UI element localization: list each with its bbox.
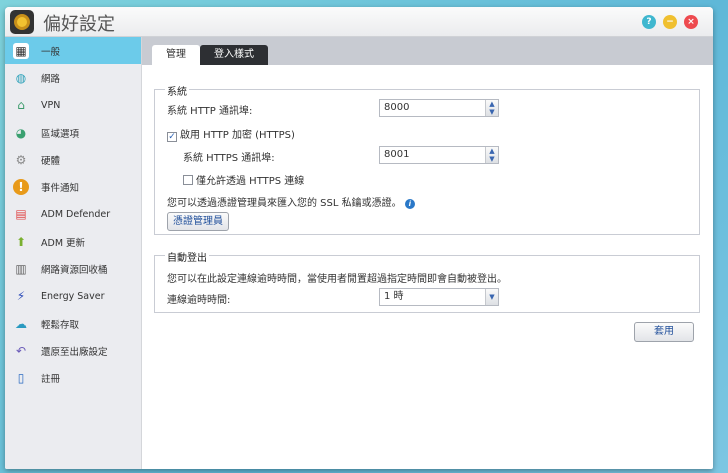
http-port-value: 8000 (384, 102, 410, 113)
restore-icon: ↶ (15, 343, 27, 358)
stepper-arrows-icon[interactable]: ▲ ▼ (485, 147, 498, 163)
sidebar: ▦ 一般 ◍ 網路 ⌂ VPN ◕ 區域選項 ⚙ 硬體! 事件通知 ▤ ADM Defender ⬆ ADM… (5, 37, 142, 469)
tab-bar: 管理 登入樣式 (142, 37, 713, 65)
chevron-down-icon[interactable]: ▼ (485, 289, 498, 305)
sidebar-item-label: 硬體 (41, 155, 61, 167)
timeout-select[interactable]: 1 時 ▼ (379, 288, 499, 306)
sidebar-item-7[interactable]: ⬆ ADM 更新 (5, 228, 141, 255)
nas-icon: ▦ (13, 42, 29, 59)
sidebar-item-label: 事件通知 (41, 183, 80, 195)
ssl-description: 您可以透過憑證管理員來匯入您的 SSL 私鑰或憑證。 (167, 198, 402, 209)
sidebar-item-1[interactable]: ◍ 網路 (5, 64, 141, 91)
sidebar-item-label: ADM 更新 (41, 237, 86, 249)
region-icon: ◕ (15, 125, 27, 140)
globe-icon: ◍ (15, 70, 27, 85)
app-logo-icon (10, 10, 34, 34)
sidebar-item-label: VPN (41, 99, 61, 111)
checkbox-checked-icon[interactable]: ✓ (167, 132, 177, 142)
auto-logout-fieldset: 自動登出 您可以在此設定連線逾時時間，當使用者閒置超過指定時間即會自動被登出。 … (154, 249, 700, 313)
sidebar-item-label: 輕鬆存取 (41, 319, 80, 331)
sidebar-item-label: 還原至出廠設定 (41, 346, 108, 358)
http-port-label: 系統 HTTP 通訊埠: (167, 106, 253, 117)
sidebar-item-label: ADM Defender (41, 208, 111, 220)
checkbox-unchecked-icon[interactable] (183, 175, 193, 185)
sidebar-item-3[interactable]: ◕ 區域選項 (5, 119, 141, 146)
alert-icon: ! (13, 179, 29, 196)
title-bar: 偏好設定 ? − × (5, 7, 713, 37)
window-title: 偏好設定 (43, 14, 115, 35)
system-legend: 系統 (165, 83, 189, 98)
sidebar-item-10[interactable]: ☁ 輕鬆存取 (5, 310, 141, 337)
trash-icon: ▥ (15, 262, 27, 277)
timeout-label: 連線逾時時間: (167, 295, 231, 306)
enable-https-label: 啟用 HTTP 加密 (HTTPS) (180, 130, 295, 141)
https-port-value: 8001 (384, 149, 410, 160)
auto-logout-legend: 自動登出 (165, 249, 209, 264)
https-port-label: 系統 HTTPS 通訊埠: (183, 153, 275, 164)
sidebar-item-label: 網路資源回收桶 (41, 265, 108, 277)
http-port-stepper[interactable]: 8000 ▲ ▼ (379, 99, 499, 117)
sidebar-item-11[interactable]: ↶ 還原至出廠設定 (5, 337, 141, 364)
https-only-label: 僅允許透過 HTTPS 連線 (196, 176, 305, 187)
https-only-checkbox[interactable]: 僅允許透過 HTTPS 連線 (183, 172, 304, 187)
tab-login-style[interactable]: 登入樣式 (200, 45, 268, 65)
certificate-manager-button[interactable]: 憑證管理員 (167, 212, 229, 231)
sidebar-item-label: Energy Saver (41, 290, 105, 302)
https-port-stepper[interactable]: 8001 ▲ ▼ (379, 146, 499, 164)
main-panel: 管理 登入樣式 系統 系統 HTTP 通訊埠: 8000 ▲ ▼ ✓ 啟用 HTTP … (142, 37, 713, 469)
stepper-arrows-icon[interactable]: ▲ ▼ (485, 100, 498, 116)
hardware-icon: ⚙ (15, 152, 27, 167)
sidebar-item-label: 網路 (41, 73, 61, 85)
sidebar-item-9[interactable]: ⚡ Energy Saver (5, 283, 141, 310)
ssl-text: 您可以透過憑證管理員來匯入您的 SSL 私鑰或憑證。 i (167, 194, 415, 209)
timeout-value: 1 時 (384, 291, 404, 302)
sidebar-item-label: 區域選項 (41, 128, 80, 140)
enable-https-checkbox[interactable]: ✓ 啟用 HTTP 加密 (HTTPS) (167, 126, 295, 142)
sidebar-item-2[interactable]: ⌂ VPN (5, 92, 141, 119)
system-fieldset: 系統 系統 HTTP 通訊埠: 8000 ▲ ▼ ✓ 啟用 HTTP 加密 (HTTP… (154, 83, 700, 235)
help-icon[interactable]: ? (642, 15, 656, 29)
energy-icon: ⚡ (16, 289, 26, 304)
sidebar-item-8[interactable]: ▥ 網路資源回收桶 (5, 255, 141, 282)
close-icon[interactable]: × (684, 15, 698, 29)
minimize-icon[interactable]: − (663, 15, 677, 29)
sidebar-item-label: 註冊 (41, 374, 61, 386)
sidebar-item-0[interactable]: ▦ 一般 (5, 37, 141, 65)
sidebar-item-label: 一般 (41, 46, 61, 58)
info-icon[interactable]: i (404, 199, 415, 209)
register-icon: ▯ (17, 371, 25, 386)
sidebar-item-6[interactable]: ▤ ADM Defender (5, 201, 141, 228)
house-network-icon: ⌂ (17, 98, 25, 113)
sidebar-item-12[interactable]: ▯ 註冊 (5, 365, 141, 392)
auto-logout-description: 您可以在此設定連線逾時時間，當使用者閒置超過指定時間即會自動被登出。 (167, 274, 507, 285)
apply-button[interactable]: 套用 (634, 322, 694, 342)
cloud-icon: ☁ (15, 316, 27, 331)
tab-management[interactable]: 管理 (152, 45, 200, 65)
preferences-window: 偏好設定 ? − × ▦ 一般 ◍ 網路 ⌂ VPN ◕ 區域選項 ⚙ 硬體! 事件通知 ▤ ADM D… (5, 7, 713, 469)
sidebar-item-4[interactable]: ⚙ 硬體 (5, 146, 141, 173)
sidebar-item-5[interactable]: ! 事件通知 (5, 173, 141, 200)
update-arrow-icon: ⬆ (15, 234, 27, 249)
firewall-icon: ▤ (15, 207, 27, 222)
